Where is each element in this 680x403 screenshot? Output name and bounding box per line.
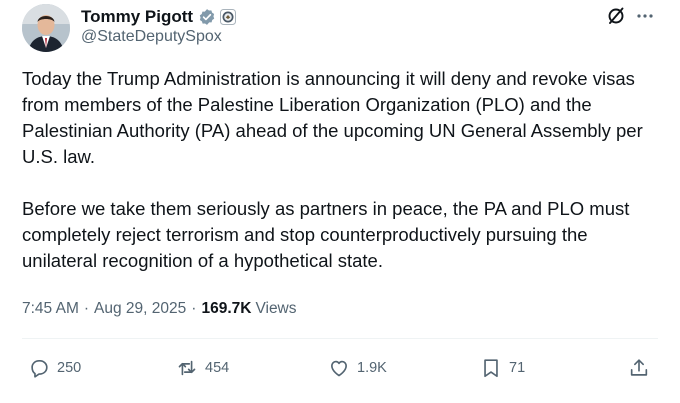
verified-badge-icon[interactable] <box>198 8 216 26</box>
bookmark-count: 71 <box>509 360 526 376</box>
bookmark-button[interactable]: 71 <box>480 356 525 380</box>
bookmark-icon <box>480 357 502 379</box>
share-icon <box>628 357 650 379</box>
tweet-text: Today the Trump Administration is announ… <box>22 68 643 271</box>
like-count: 1.9K <box>357 360 387 376</box>
tweet-card: Tommy Pigott @StateDeputySpox Today the … <box>0 0 680 403</box>
meta-separator: · <box>191 300 197 317</box>
reply-icon <box>28 357 50 379</box>
reply-button[interactable]: 250 <box>28 356 81 380</box>
grok-icon[interactable] <box>606 6 626 26</box>
views-count[interactable]: 169.7K <box>201 300 251 318</box>
meta-separator: · <box>83 300 90 317</box>
share-button[interactable] <box>628 356 650 380</box>
author-name-row: Tommy Pigott <box>81 6 237 28</box>
more-icon[interactable] <box>635 6 655 26</box>
avatar[interactable] <box>22 4 70 52</box>
tweet-date[interactable]: Aug 29, 2025 <box>94 300 186 318</box>
tweet-time[interactable]: 7:45 AM <box>22 300 79 318</box>
like-button[interactable]: 1.9K <box>328 356 387 380</box>
repost-count: 454 <box>205 360 230 376</box>
reply-count: 250 <box>57 360 82 376</box>
divider <box>22 338 658 339</box>
government-seal-icon[interactable] <box>220 9 237 25</box>
author-handle[interactable]: @StateDeputySpox <box>81 28 222 46</box>
repost-button[interactable]: 454 <box>176 356 229 380</box>
heart-icon <box>328 357 350 379</box>
repost-icon <box>176 357 198 379</box>
views-label[interactable]: Views <box>255 300 296 318</box>
tweet-meta: 7:45 AM · Aug 29, 2025 · 169.7K Views <box>22 300 297 318</box>
author-display-name[interactable]: Tommy Pigott <box>81 7 193 27</box>
